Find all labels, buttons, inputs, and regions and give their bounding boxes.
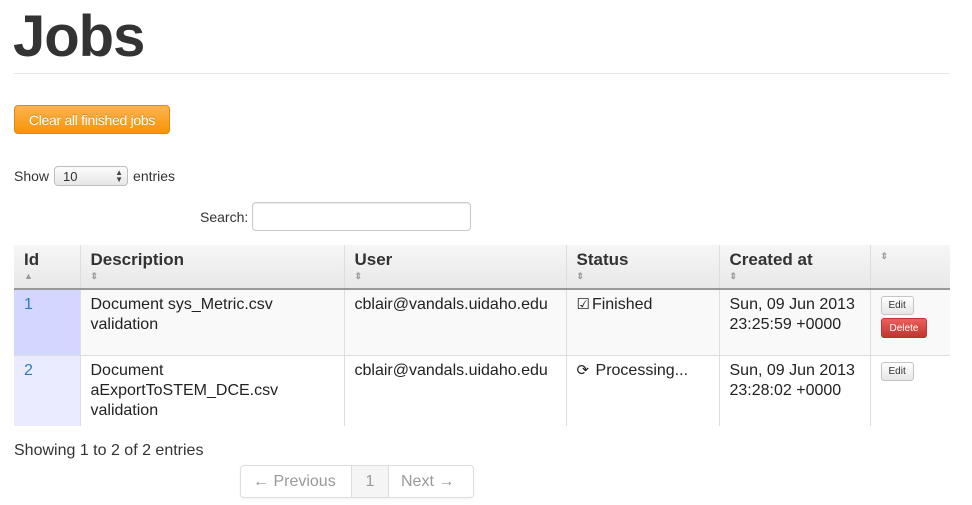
- column-header-actions[interactable]: ⇕: [869, 245, 950, 290]
- job-status: ⟳ Processing...: [565, 355, 719, 426]
- column-header-description[interactable]: Description ⇕: [79, 245, 344, 290]
- sort-both-icon: ⇕: [576, 271, 585, 281]
- job-created-at: Sun, 09 Jun 2013 23:28:02 +0000: [718, 355, 870, 426]
- sort-both-icon: ⇕: [90, 271, 99, 281]
- sort-both-icon: ⇕: [729, 271, 738, 281]
- edit-button[interactable]: Edit: [880, 296, 914, 315]
- clear-finished-jobs-button[interactable]: Clear all finished jobs: [14, 105, 170, 134]
- edit-button[interactable]: Edit: [880, 362, 914, 381]
- job-id-link[interactable]: 1: [24, 296, 33, 313]
- table-row: 1 Document sys_Metric.csv validation cbl…: [14, 288, 950, 356]
- job-user: cblair@vandals.uidaho.edu: [343, 288, 566, 356]
- job-actions: Edit: [869, 355, 950, 426]
- delete-button[interactable]: Delete: [880, 318, 928, 338]
- entries-per-page-value: 10: [63, 168, 78, 184]
- job-id-cell: 2: [14, 355, 80, 426]
- job-user: cblair@vandals.uidaho.edu: [343, 355, 566, 426]
- job-id-link[interactable]: 2: [24, 362, 33, 379]
- column-header-id[interactable]: Id ▲: [14, 245, 80, 290]
- length-menu: Show 10 ▲ ▼ entries: [14, 165, 175, 187]
- job-created-at: Sun, 09 Jun 2013 23:25:59 +0000: [718, 288, 870, 356]
- job-status: ☑ Finished: [565, 288, 719, 356]
- title-divider: [14, 73, 950, 74]
- page-title: Jobs: [13, 4, 145, 69]
- table-header-row: Id ▲ Description ⇕ User ⇕ Status ⇕ Created a…: [14, 245, 950, 290]
- search-filter: Search:: [200, 202, 472, 231]
- next-page-button[interactable]: Next →: [389, 466, 473, 497]
- job-description: Document aExportToSTEM_DCE.csv validatio…: [79, 355, 344, 426]
- previous-page-button[interactable]: ← Previous: [241, 466, 351, 497]
- job-status-text: Processing...: [595, 362, 689, 379]
- length-menu-prefix: Show: [14, 168, 50, 184]
- page-number-button[interactable]: 1: [351, 466, 389, 497]
- job-actions: Edit Delete: [869, 288, 950, 356]
- job-id-cell: 1: [14, 288, 80, 356]
- sort-both-icon: ⇕: [354, 271, 363, 281]
- jobs-table: Id ▲ Description ⇕ User ⇕ Status ⇕ Created a…: [14, 245, 950, 426]
- entries-per-page-select[interactable]: 10 ▲ ▼: [54, 166, 129, 186]
- sort-both-icon: ⇕: [880, 251, 889, 261]
- refresh-icon: ⟳: [576, 362, 590, 379]
- sort-ascending-icon: ▲: [24, 271, 33, 281]
- search-input[interactable]: [252, 202, 472, 231]
- select-arrows-icon: ▲ ▼: [115, 168, 124, 184]
- check-square-icon: ☑: [576, 296, 590, 313]
- column-header-status[interactable]: Status ⇕: [565, 245, 719, 290]
- length-menu-suffix: entries: [133, 168, 176, 184]
- column-header-created-at[interactable]: Created at ⇕: [718, 245, 870, 290]
- table-info: Showing 1 to 2 of 2 entries: [14, 442, 204, 459]
- column-header-user[interactable]: User ⇕: [343, 245, 566, 290]
- job-description: Document sys_Metric.csv validation: [79, 288, 344, 356]
- search-label: Search:: [200, 208, 249, 225]
- table-row: 2 Document aExportToSTEM_DCE.csv validat…: [14, 355, 950, 426]
- job-status-text: Finished: [591, 296, 653, 313]
- pagination: ← Previous 1 Next →: [240, 465, 474, 498]
